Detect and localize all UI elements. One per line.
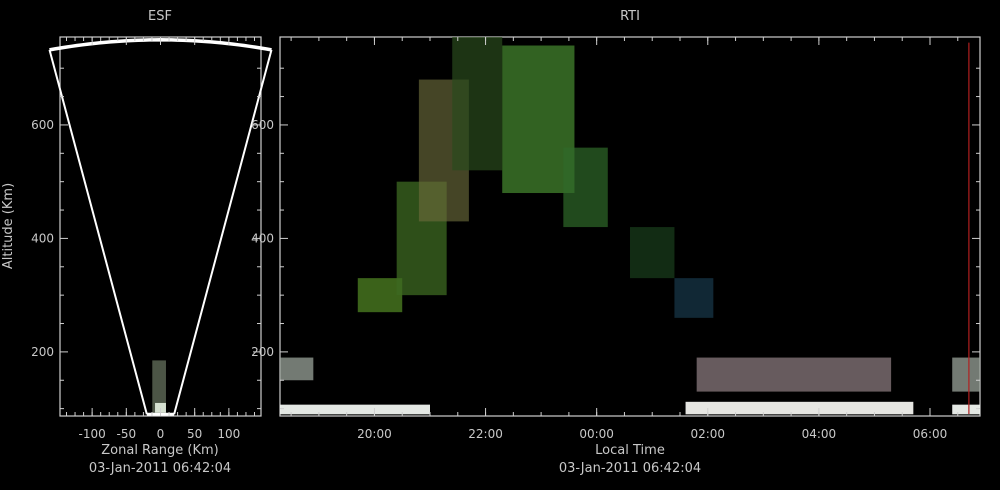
rti-ytick-label: 600 — [251, 118, 274, 132]
rti-echo-region — [952, 404, 980, 415]
esf-ylabel: Altitude (Km) — [1, 183, 16, 269]
esf-rti-figure: ESF 200 400 600 -100 -50 0 50 100 Altitude (Km)… — [1, 9, 981, 476]
rti-xtick-label: 04:00 — [802, 427, 837, 441]
rti-echo-region — [674, 278, 714, 318]
rti-ytick-label: 200 — [251, 345, 274, 359]
rti-title: RTI — [620, 9, 640, 24]
rti-echo-region — [452, 37, 503, 171]
esf-xtick-label: 50 — [187, 427, 202, 441]
esf-timestamp: 03-Jan-2011 06:42:04 — [89, 461, 231, 476]
rti-echo-region — [696, 357, 892, 392]
rti-echo-region — [630, 227, 675, 279]
rti-xtick-label: 00:00 — [579, 427, 614, 441]
esf-ytick-label: 600 — [31, 118, 54, 132]
rti-echo-region — [952, 357, 980, 392]
rti-echo-region — [563, 147, 608, 228]
esf-xtick-label: 100 — [217, 427, 240, 441]
rti-echo-region — [280, 404, 430, 415]
esf-title: ESF — [148, 9, 172, 24]
esf-xtick-label: -100 — [79, 427, 106, 441]
esf-xlabel: Zonal Range (Km) — [101, 443, 218, 458]
rti-xlabel: Local Time — [595, 443, 665, 458]
esf-echo-layer — [152, 360, 166, 415]
rti-xtick-label: 22:00 — [468, 427, 503, 441]
rti-xtick-label: 20:00 — [357, 427, 392, 441]
esf-ytick-label: 400 — [31, 231, 54, 245]
esf-ytick-label: 200 — [31, 345, 54, 359]
rti-echo-region — [685, 401, 914, 415]
rti-echo-region — [280, 357, 314, 381]
esf-xtick-label: 0 — [157, 427, 165, 441]
esf-panel: ESF 200 400 600 -100 -50 0 50 100 Altitude (Km)… — [1, 9, 273, 476]
rti-echo-region — [357, 278, 403, 313]
rti-xtick-label: 06:00 — [913, 427, 948, 441]
rti-panel: RTI 200 400 600 20:00 22:00 00:00 02:00 04:00 06… — [251, 9, 981, 476]
rti-timestamp: 03-Jan-2011 06:42:04 — [559, 461, 701, 476]
rti-ytick-label: 400 — [251, 231, 274, 245]
esf-plot-area — [59, 36, 262, 417]
rti-xtick-label: 02:00 — [690, 427, 725, 441]
esf-xtick-label: -50 — [117, 427, 137, 441]
